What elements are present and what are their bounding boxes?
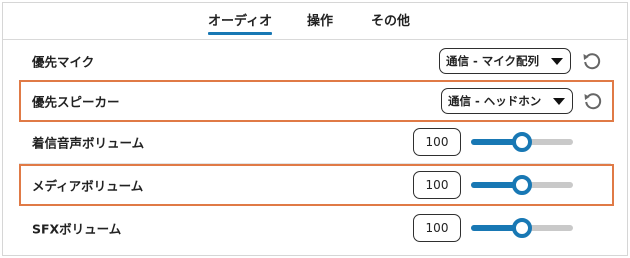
media-volume-label: メディアボリューム bbox=[32, 178, 144, 194]
reset-icon[interactable] bbox=[582, 90, 604, 112]
slider-thumb[interactable] bbox=[512, 132, 532, 152]
caret-down-icon bbox=[551, 58, 563, 65]
tab-controls[interactable]: 操作 bbox=[307, 14, 333, 30]
slider-thumb[interactable] bbox=[512, 218, 532, 238]
preferred-mic-value: 通信 - マイク配列 bbox=[446, 54, 540, 68]
preferred-mic-label: 優先マイク bbox=[32, 54, 95, 70]
preferred-speaker-label: 優先スピーカー bbox=[32, 94, 120, 110]
settings-panel: オーディオ 操作 その他 優先マイク 通信 - マイク配列 優先スピーカー 通信… bbox=[2, 2, 628, 256]
tab-bar: オーディオ 操作 その他 bbox=[3, 14, 627, 36]
sfx-volume-slider[interactable] bbox=[471, 218, 573, 238]
tab-other[interactable]: その他 bbox=[371, 14, 410, 30]
setting-row-preferred-mic: 優先マイク 通信 - マイク配列 bbox=[3, 41, 627, 81]
preferred-speaker-select[interactable]: 通信 - ヘッドホン bbox=[441, 88, 573, 114]
ringtone-volume-slider[interactable] bbox=[471, 132, 573, 152]
caret-down-icon bbox=[553, 98, 565, 105]
preferred-mic-select[interactable]: 通信 - マイク配列 bbox=[439, 48, 571, 74]
reset-icon[interactable] bbox=[581, 50, 603, 72]
ringtone-volume-input[interactable]: 100 bbox=[413, 128, 461, 156]
sfx-volume-label: SFXボリューム bbox=[32, 221, 122, 237]
tab-audio[interactable]: オーディオ bbox=[208, 14, 273, 35]
setting-row-preferred-speaker: 優先スピーカー 通信 - ヘッドホン bbox=[19, 80, 614, 122]
setting-row-media-volume: メディアボリューム 100 bbox=[19, 164, 614, 206]
setting-row-sfx-volume: SFXボリューム 100 bbox=[3, 208, 627, 248]
tab-divider bbox=[3, 39, 627, 40]
sfx-volume-input[interactable]: 100 bbox=[413, 214, 461, 242]
slider-thumb[interactable] bbox=[512, 175, 532, 195]
preferred-speaker-value: 通信 - ヘッドホン bbox=[448, 94, 542, 108]
media-volume-input[interactable]: 100 bbox=[413, 171, 461, 199]
media-volume-slider[interactable] bbox=[471, 175, 573, 195]
setting-row-ringtone-volume: 着信音声ボリューム 100 bbox=[3, 122, 627, 162]
ringtone-volume-label: 着信音声ボリューム bbox=[32, 135, 145, 151]
